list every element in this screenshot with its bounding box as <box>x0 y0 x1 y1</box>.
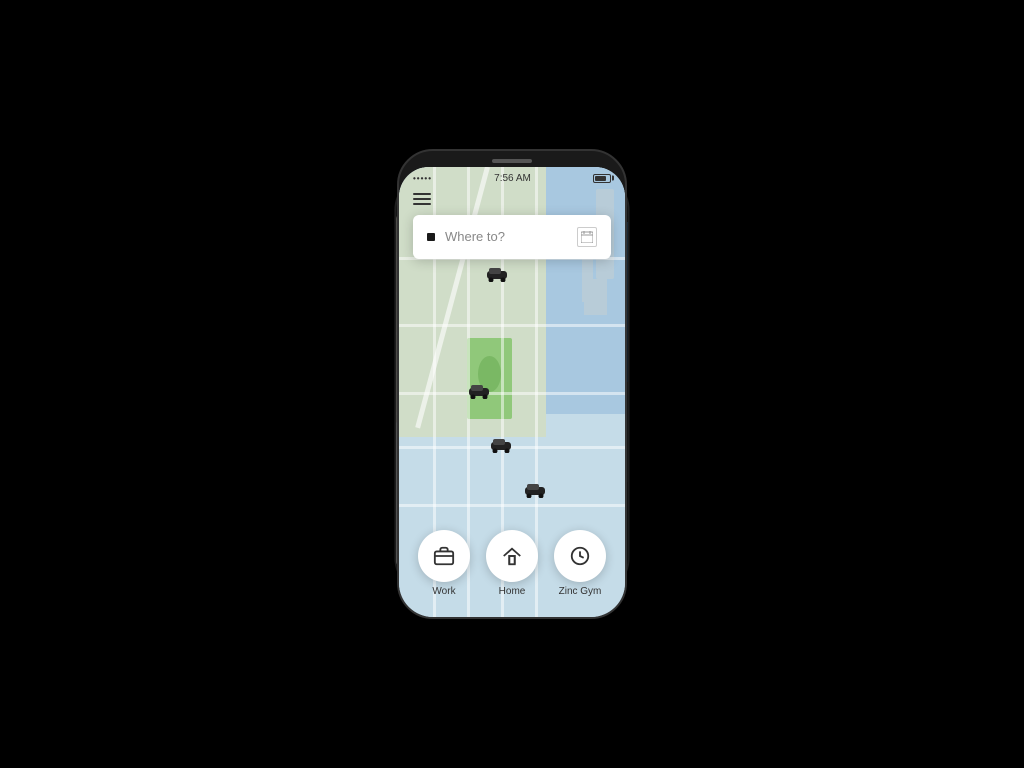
briefcase-icon <box>433 545 455 567</box>
center-time: 7:56 AM <box>494 173 531 184</box>
center-phone-inner: ••••• 7:56 AM Whe <box>399 167 625 617</box>
search-placeholder: Where to? <box>445 229 567 244</box>
center-signal: ••••• <box>413 174 432 183</box>
center-speaker <box>492 159 532 163</box>
hamburger-line-3 <box>413 203 431 205</box>
nav-label-home: Home <box>499 586 526 597</box>
bottom-nav: Work Home <box>399 530 625 597</box>
center-phone-screen: ••••• 7:56 AM Whe <box>399 167 625 617</box>
nav-label-zinc-gym: Zinc Gym <box>559 586 602 597</box>
nav-circle-home <box>486 530 538 582</box>
nav-circle-zinc-gym <box>554 530 606 582</box>
map-car-1 <box>485 266 509 282</box>
nav-item-work[interactable]: Work <box>418 530 470 597</box>
home-icon <box>501 545 523 567</box>
center-status-bar: ••••• 7:56 AM <box>399 167 625 188</box>
center-status-right <box>593 174 611 183</box>
map-car-2 <box>467 383 491 399</box>
nav-item-zinc-gym[interactable]: Zinc Gym <box>554 530 606 597</box>
search-bar[interactable]: Where to? <box>413 215 611 259</box>
hamburger-line-2 <box>413 198 431 200</box>
phones-container: ••••• 7:56 AM <box>0 0 1024 768</box>
map-car-3 <box>489 437 513 453</box>
calendar-icon[interactable] <box>577 227 597 247</box>
center-battery-icon <box>593 174 611 183</box>
pier-3 <box>584 279 607 315</box>
calendar-svg <box>581 231 593 243</box>
nav-label-work: Work <box>432 586 455 597</box>
nav-circle-work <box>418 530 470 582</box>
search-dot-icon <box>427 233 435 241</box>
map-car-4 <box>523 482 547 498</box>
phone-center: ••••• 7:56 AM Whe <box>397 149 627 619</box>
hamburger-menu[interactable] <box>413 193 431 205</box>
hamburger-line-1 <box>413 193 431 195</box>
clock-icon <box>569 545 591 567</box>
nav-item-home[interactable]: Home <box>486 530 538 597</box>
